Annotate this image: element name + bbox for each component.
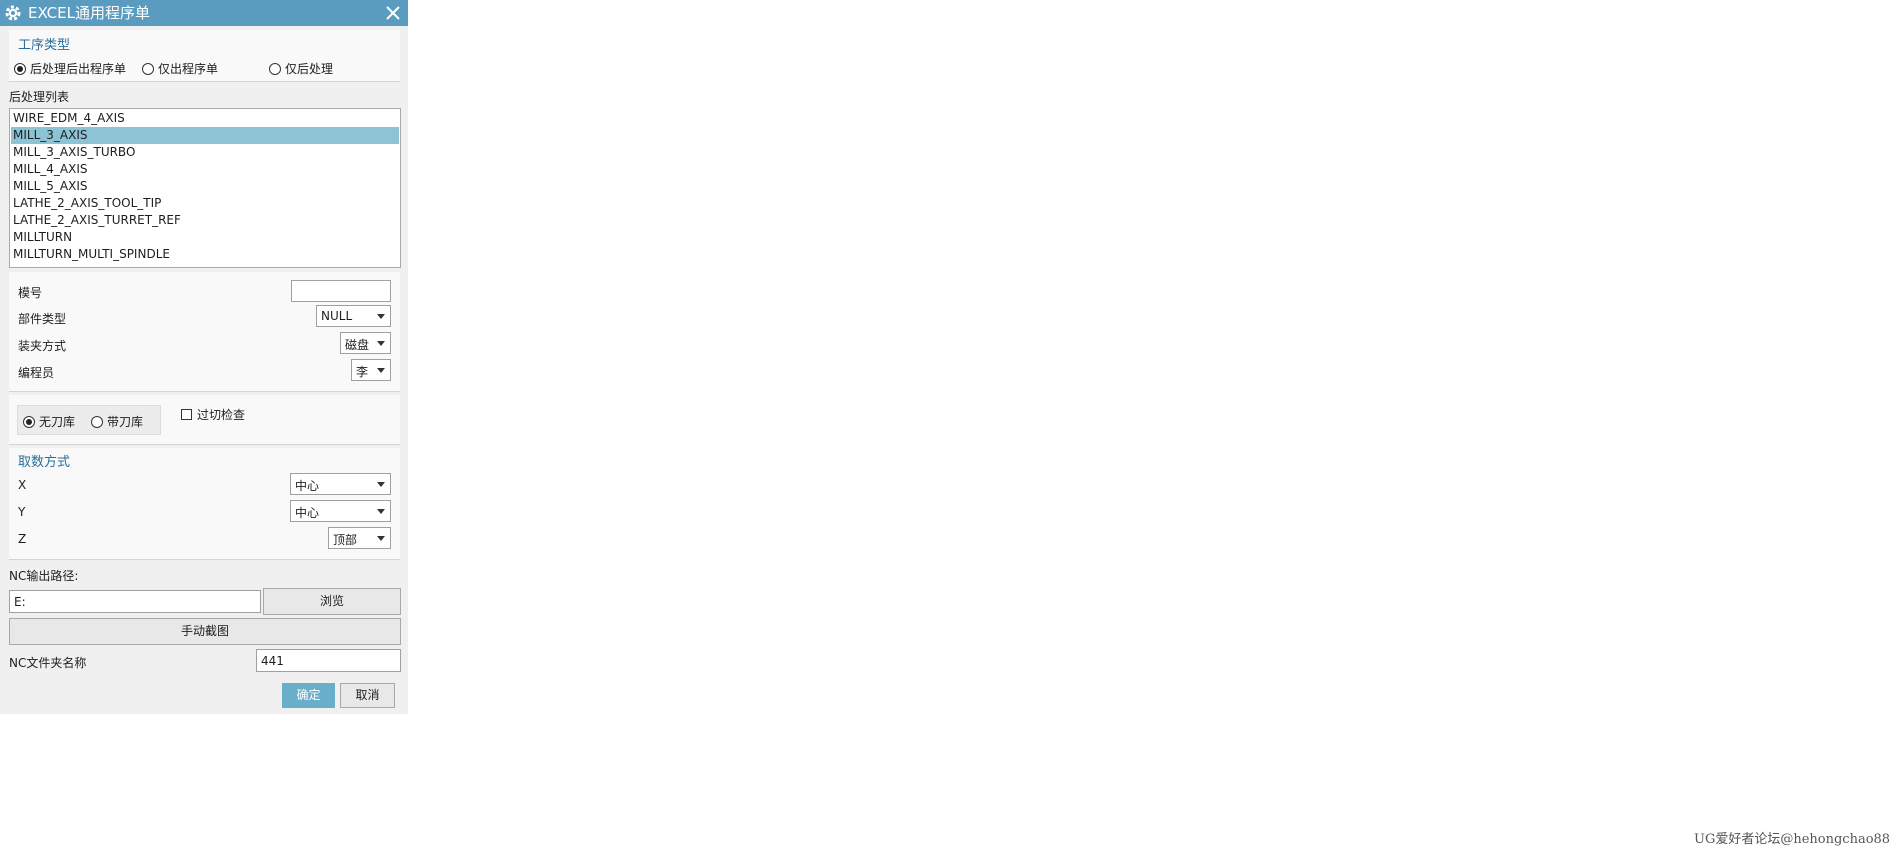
- nc-folder-input[interactable]: [256, 649, 401, 672]
- radio-post-and-sheet[interactable]: 后处理后出程序单: [14, 60, 126, 77]
- z-method-value: 顶部: [333, 533, 358, 547]
- chevron-down-icon: [377, 509, 385, 514]
- radio-indicator: [23, 415, 35, 428]
- excel-program-sheet-dialog: EXCEL通用程序单 工序类型 后处理后出程序单 仅出程序单 仅后处理 后处理列…: [0, 0, 408, 714]
- checkbox-label: 过切检查: [197, 408, 246, 422]
- part-type-value: NULL: [321, 309, 353, 323]
- y-method-select[interactable]: 中心: [290, 500, 391, 522]
- radio-label: 无刀库: [39, 415, 76, 429]
- cancel-button[interactable]: 取消: [340, 683, 395, 708]
- radio-indicator: [91, 415, 103, 428]
- dialog-title: EXCEL通用程序单: [28, 4, 150, 22]
- clamp-select[interactable]: 磁盘: [340, 332, 391, 354]
- nc-path-input[interactable]: [9, 590, 261, 613]
- tool-library-group: 无刀库 带刀库 过切检查: [9, 395, 400, 445]
- x-method-select[interactable]: 中心: [290, 473, 391, 495]
- chevron-down-icon: [377, 314, 385, 319]
- title-bar: EXCEL通用程序单: [0, 0, 408, 26]
- radio-label: 带刀库: [107, 415, 144, 429]
- operation-type-title: 工序类型: [18, 38, 71, 53]
- part-type-select[interactable]: NULL: [316, 305, 391, 327]
- chevron-down-icon: [377, 482, 385, 487]
- mold-no-label: 模号: [18, 286, 43, 300]
- mold-no-input[interactable]: [291, 280, 391, 302]
- gear-icon: [5, 5, 21, 21]
- list-item[interactable]: MILLTURN_MULTI_SPINDLE: [11, 246, 399, 263]
- radio-label: 仅出程序单: [158, 62, 219, 76]
- x-label: X: [18, 478, 27, 492]
- list-item[interactable]: MILL_3_AXIS_TURBO: [11, 144, 399, 161]
- radio-with-tool-library[interactable]: 带刀库: [91, 413, 143, 430]
- list-item[interactable]: MILL_5_AXIS: [11, 178, 399, 195]
- z-label: Z: [18, 532, 27, 546]
- post-list-label: 后处理列表: [9, 90, 70, 104]
- close-icon[interactable]: [384, 4, 402, 22]
- part-info-group: 模号 部件类型 NULL 装夹方式 磁盘 编程员 李: [9, 272, 400, 392]
- radio-indicator: [269, 62, 281, 75]
- list-item[interactable]: MILLTURN: [11, 229, 399, 246]
- checkbox-box: [181, 409, 192, 420]
- clamp-label: 装夹方式: [18, 339, 67, 353]
- programmer-label: 编程员: [18, 366, 55, 380]
- chevron-down-icon: [377, 341, 385, 346]
- list-item[interactable]: LATHE_2_AXIS_TOOL_TIP: [11, 195, 399, 212]
- watermark: UG爱好者论坛@hehongchao88: [1694, 832, 1891, 847]
- manual-capture-button[interactable]: 手动截图: [9, 618, 401, 645]
- nc-path-label: NC输出路径:: [9, 569, 79, 583]
- list-item[interactable]: MILL_4_AXIS: [11, 161, 399, 178]
- radio-no-tool-library[interactable]: 无刀库: [23, 413, 75, 430]
- clamp-value: 磁盘: [345, 338, 370, 352]
- radio-sheet-only[interactable]: 仅出程序单: [142, 60, 218, 77]
- y-label: Y: [18, 505, 26, 519]
- x-method-value: 中心: [295, 479, 320, 493]
- part-type-label: 部件类型: [18, 312, 67, 326]
- y-method-value: 中心: [295, 506, 320, 520]
- fetch-method-group: 取数方式 X 中心 Y 中心 Z 顶部: [9, 448, 400, 560]
- list-item[interactable]: WIRE_EDM_4_AXIS: [11, 110, 399, 127]
- radio-indicator: [142, 62, 154, 75]
- list-item[interactable]: LATHE_2_AXIS_TURRET_REF: [11, 212, 399, 229]
- fetch-method-title: 取数方式: [18, 455, 71, 470]
- operation-type-group: 工序类型 后处理后出程序单 仅出程序单 仅后处理: [9, 30, 400, 82]
- radio-label: 仅后处理: [285, 62, 334, 76]
- chevron-down-icon: [377, 368, 385, 373]
- browse-button[interactable]: 浏览: [263, 588, 401, 615]
- radio-indicator: [14, 62, 26, 75]
- radio-label: 后处理后出程序单: [30, 62, 127, 76]
- overcut-check-checkbox[interactable]: 过切检查: [181, 406, 245, 423]
- nc-folder-label: NC文件夹名称: [9, 656, 87, 670]
- ok-button[interactable]: 确定: [282, 683, 335, 708]
- post-processor-list[interactable]: WIRE_EDM_4_AXIS MILL_3_AXIS MILL_3_AXIS_…: [9, 108, 401, 268]
- list-item-selected[interactable]: MILL_3_AXIS: [11, 127, 399, 144]
- programmer-value: 李: [356, 365, 369, 379]
- programmer-select[interactable]: 李: [351, 359, 391, 381]
- radio-post-only[interactable]: 仅后处理: [269, 60, 333, 77]
- z-method-select[interactable]: 顶部: [328, 527, 391, 549]
- chevron-down-icon: [377, 536, 385, 541]
